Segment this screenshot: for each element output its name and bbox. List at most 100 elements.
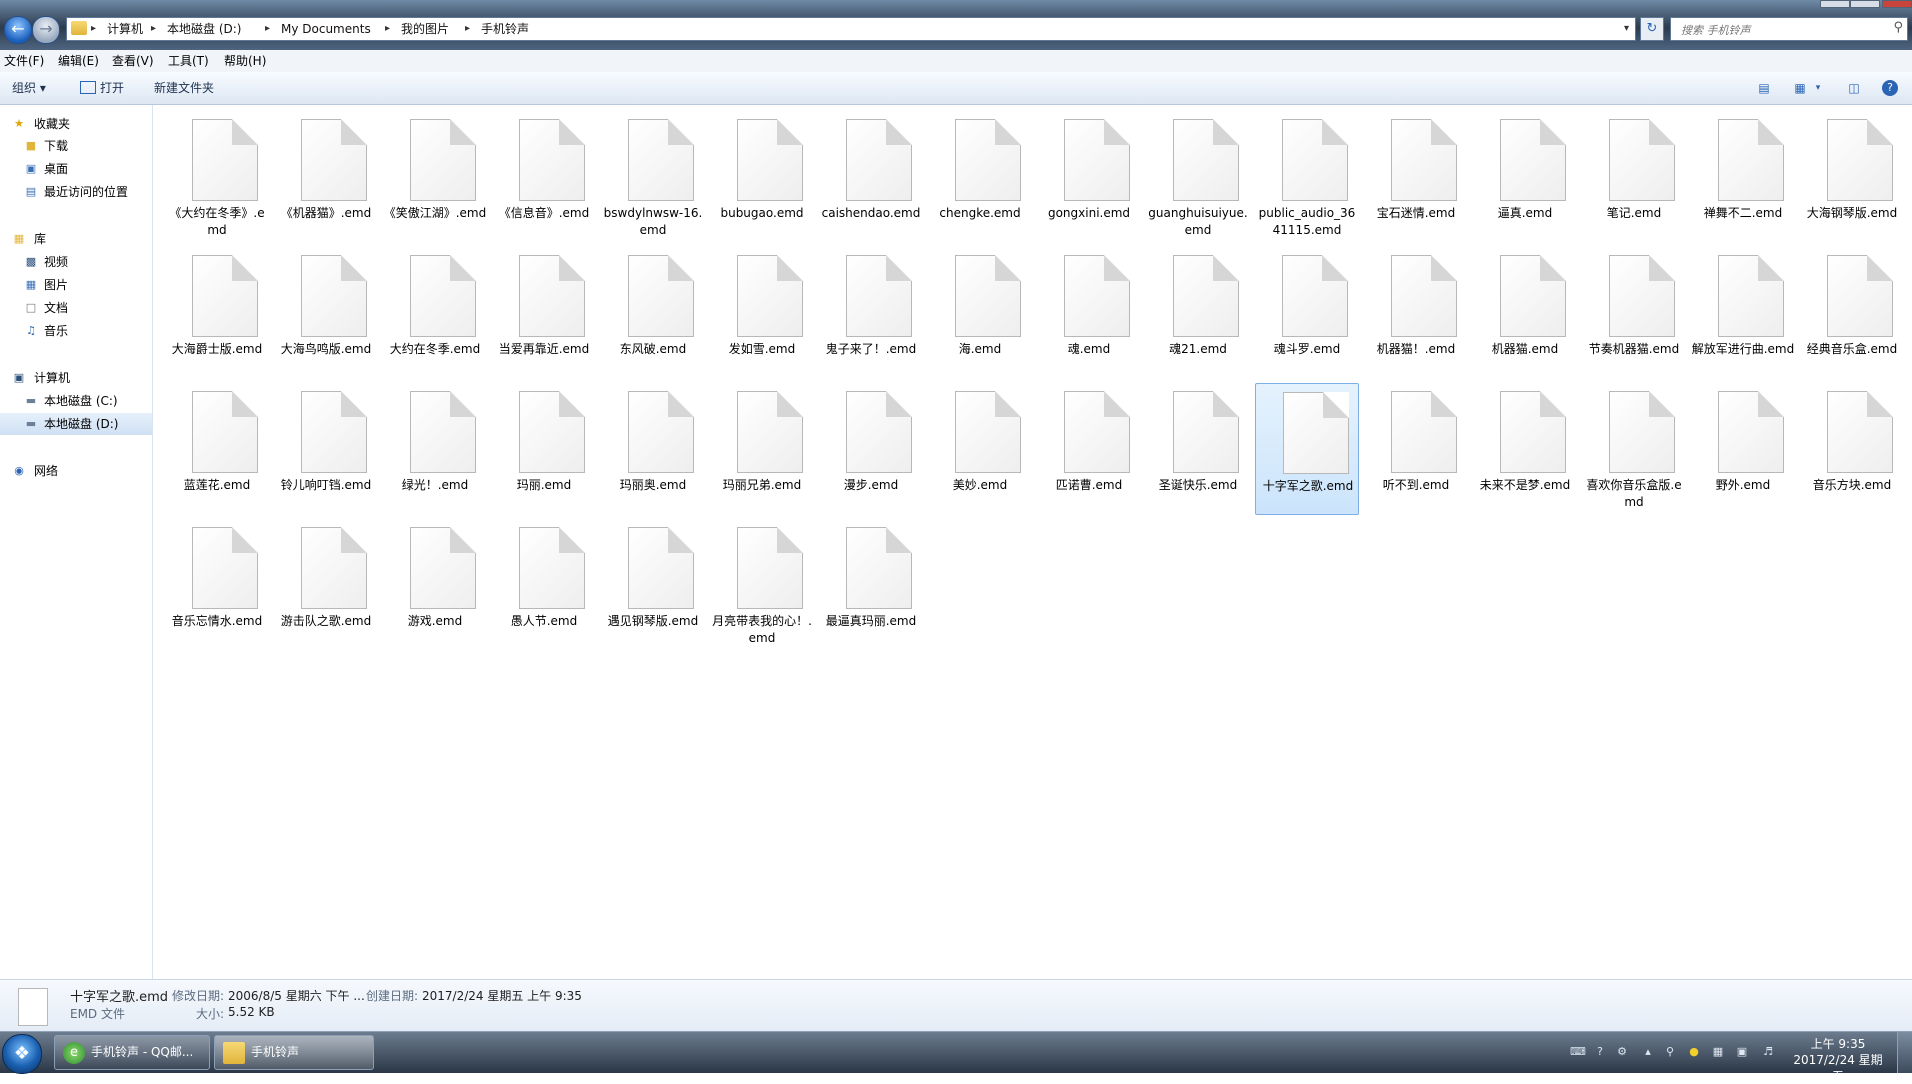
- volume-icon[interactable]: ♬: [1760, 1044, 1776, 1060]
- file-item[interactable]: 《大约在冬季》.emd: [165, 111, 269, 243]
- minimize-button[interactable]: [1820, 0, 1850, 8]
- file-item[interactable]: 解放军进行曲.emd: [1691, 247, 1795, 379]
- file-item[interactable]: 《机器猫》.emd: [274, 111, 378, 243]
- file-item[interactable]: 笔记.emd: [1582, 111, 1686, 243]
- taskbar-item-qq-mail[interactable]: e 手机铃声 - QQ邮...: [54, 1035, 210, 1070]
- keyboard-icon[interactable]: ⌨: [1570, 1044, 1586, 1060]
- file-item[interactable]: 海.emd: [928, 247, 1032, 379]
- file-item[interactable]: 音乐忘情水.emd: [165, 519, 269, 651]
- file-item[interactable]: 魂.emd: [1037, 247, 1141, 379]
- nav-documents[interactable]: □ 文档: [0, 297, 152, 319]
- file-item[interactable]: 禅舞不二.emd: [1691, 111, 1795, 243]
- nav-pictures[interactable]: ▦ 图片: [0, 274, 152, 296]
- file-item[interactable]: 逼真.emd: [1473, 111, 1577, 243]
- maximize-button[interactable]: [1850, 0, 1880, 8]
- menu-help[interactable]: 帮助(H): [224, 50, 266, 72]
- file-item[interactable]: 发如雪.emd: [710, 247, 814, 379]
- file-item[interactable]: 鬼子来了！.emd: [819, 247, 923, 379]
- file-item[interactable]: 游戏.emd: [383, 519, 487, 651]
- file-item[interactable]: 魂21.emd: [1146, 247, 1250, 379]
- file-item[interactable]: chengke.emd: [928, 111, 1032, 243]
- search-box[interactable]: ⚲: [1670, 17, 1908, 41]
- search-icon[interactable]: ⚲: [1893, 20, 1903, 35]
- file-item[interactable]: 机器猫！.emd: [1364, 247, 1468, 379]
- nav-recent-places[interactable]: ▤ 最近访问的位置: [0, 181, 152, 203]
- file-item[interactable]: 遇见钢琴版.emd: [601, 519, 705, 651]
- menu-tools[interactable]: 工具(T): [168, 50, 209, 72]
- file-item[interactable]: 宝石迷情.emd: [1364, 111, 1468, 243]
- help-icon[interactable]: ?: [1882, 80, 1898, 96]
- file-item[interactable]: 匹诺曹.emd: [1037, 383, 1141, 515]
- security-icon[interactable]: ⚲: [1662, 1044, 1678, 1060]
- file-item[interactable]: caishendao.emd: [819, 111, 923, 243]
- nav-network[interactable]: ◉ 网络: [0, 460, 152, 482]
- breadcrumb-my-pictures[interactable]: 我的图片: [401, 18, 449, 40]
- file-item[interactable]: 听不到.emd: [1364, 383, 1468, 515]
- menu-file[interactable]: 文件(F): [4, 50, 44, 72]
- close-button[interactable]: [1882, 0, 1912, 8]
- file-item[interactable]: bubugao.emd: [710, 111, 814, 243]
- file-item[interactable]: 铃儿响叮铛.emd: [274, 383, 378, 515]
- nav-drive-c[interactable]: ▬ 本地磁盘 (C:): [0, 390, 152, 412]
- nav-drive-d[interactable]: ▬ 本地磁盘 (D:): [0, 413, 152, 435]
- change-view-icon[interactable]: ▤: [1756, 80, 1772, 96]
- breadcrumb-computer[interactable]: 计算机: [107, 18, 143, 40]
- input-method-icon[interactable]: ⚙: [1614, 1044, 1630, 1060]
- file-item[interactable]: 玛丽奥.emd: [601, 383, 705, 515]
- file-item[interactable]: 《信息音》.emd: [492, 111, 596, 243]
- open-button[interactable]: 打开: [100, 72, 124, 104]
- file-item[interactable]: 愚人节.emd: [492, 519, 596, 651]
- nav-music[interactable]: ♫ 音乐: [0, 320, 152, 342]
- file-item[interactable]: 月亮带表我的心！.emd: [710, 519, 814, 651]
- show-desktop-button[interactable]: [1897, 1032, 1912, 1073]
- chevron-up-icon[interactable]: ▴: [1640, 1044, 1656, 1060]
- file-item[interactable]: 音乐方块.emd: [1800, 383, 1904, 515]
- nav-downloads[interactable]: ■ 下载: [0, 135, 152, 157]
- forward-button[interactable]: →: [32, 16, 60, 44]
- file-item[interactable]: 大海爵士版.emd: [165, 247, 269, 379]
- file-item[interactable]: 未来不是梦.emd: [1473, 383, 1577, 515]
- file-item[interactable]: 当爱再靠近.emd: [492, 247, 596, 379]
- file-item[interactable]: 魂斗罗.emd: [1255, 247, 1359, 379]
- view-options-icon[interactable]: ▦: [1792, 80, 1808, 96]
- chevron-down-icon[interactable]: ▾: [1624, 18, 1629, 40]
- nav-videos[interactable]: ▩ 视频: [0, 251, 152, 273]
- preview-pane-icon[interactable]: ◫: [1846, 80, 1862, 96]
- file-item[interactable]: public_audio_3641115.emd: [1255, 111, 1359, 243]
- file-item[interactable]: 玛丽.emd: [492, 383, 596, 515]
- app-tray-icon[interactable]: ▦: [1710, 1044, 1726, 1060]
- file-item[interactable]: guanghuisuiyue.emd: [1146, 111, 1250, 243]
- file-item[interactable]: 圣诞快乐.emd: [1146, 383, 1250, 515]
- new-folder-button[interactable]: 新建文件夹: [154, 72, 214, 104]
- help-icon[interactable]: ?: [1592, 1044, 1608, 1060]
- chevron-down-icon[interactable]: ▾: [1810, 80, 1826, 96]
- file-item[interactable]: 蓝莲花.emd: [165, 383, 269, 515]
- file-item[interactable]: bswdylnwsw-16.emd: [601, 111, 705, 243]
- address-bar[interactable]: ▸ 计算机 ▸ 本地磁盘 (D:) ▸ My Documents ▸ 我的图片 …: [66, 17, 1636, 41]
- file-item[interactable]: 东风破.emd: [601, 247, 705, 379]
- file-item[interactable]: 大约在冬季.emd: [383, 247, 487, 379]
- nav-favorites[interactable]: ★ 收藏夹: [0, 113, 152, 135]
- refresh-button[interactable]: ↻: [1640, 17, 1664, 41]
- clock[interactable]: 上午 9:35 2017/2/24 星期五: [1790, 1036, 1886, 1084]
- file-item[interactable]: 游击队之歌.emd: [274, 519, 378, 651]
- nav-computer[interactable]: ▣ 计算机: [0, 367, 152, 389]
- file-item[interactable]: gongxini.emd: [1037, 111, 1141, 243]
- nav-libraries[interactable]: ▦ 库: [0, 228, 152, 250]
- file-item[interactable]: 美妙.emd: [928, 383, 1032, 515]
- file-item[interactable]: 玛丽兄弟.emd: [710, 383, 814, 515]
- file-item[interactable]: 大海钢琴版.emd: [1800, 111, 1904, 243]
- breadcrumb-ringtones[interactable]: 手机铃声: [481, 18, 529, 40]
- start-button[interactable]: ❖: [2, 1034, 42, 1074]
- file-item[interactable]: 野外.emd: [1691, 383, 1795, 515]
- file-item[interactable]: 大海鸟鸣版.emd: [274, 247, 378, 379]
- file-item[interactable]: 漫步.emd: [819, 383, 923, 515]
- breadcrumb-drive-d[interactable]: 本地磁盘 (D:): [167, 18, 241, 40]
- file-item[interactable]: 最逼真玛丽.emd: [819, 519, 923, 651]
- breadcrumb-my-documents[interactable]: My Documents: [281, 18, 371, 40]
- network-tray-icon[interactable]: ▣: [1734, 1044, 1750, 1060]
- file-item[interactable]: 绿光！.emd: [383, 383, 487, 515]
- organize-button[interactable]: 组织 ▾: [12, 72, 46, 104]
- file-item[interactable]: 十字军之歌.emd: [1255, 383, 1359, 515]
- file-item[interactable]: 机器猫.emd: [1473, 247, 1577, 379]
